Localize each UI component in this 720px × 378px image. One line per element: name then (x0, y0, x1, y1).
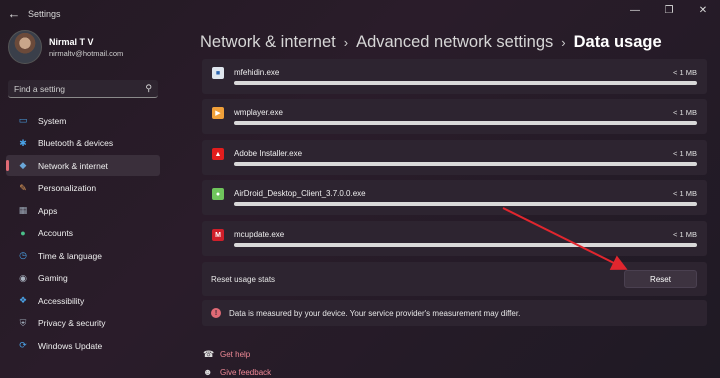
apps-icon: ▦ (18, 205, 28, 215)
maximize-icon[interactable]: ❐ (652, 0, 686, 20)
get-help-link[interactable]: ☎ Get help (203, 349, 250, 360)
search-icon[interactable]: ⚲ (145, 83, 152, 94)
search-input[interactable]: Find a setting ⚲ (8, 80, 158, 98)
usage-bar (234, 243, 697, 247)
wifi-icon: ◆ (19, 160, 27, 170)
reset-usage-card: Reset usage stats Reset (202, 262, 707, 296)
breadcrumb-advanced[interactable]: Advanced network settings (356, 33, 553, 52)
give-feedback-label: Give feedback (220, 367, 272, 377)
app-usage: < 1 MB (673, 230, 697, 239)
back-arrow-icon[interactable]: ← (6, 6, 22, 22)
list-item: ● AirDroid_Desktop_Client_3.7.0.0.exe < … (202, 180, 707, 215)
exe-window-icon: ■ (212, 67, 224, 79)
sidebar-item-network[interactable]: ◆ Network & internet (6, 155, 160, 176)
usage-bar (234, 81, 697, 85)
mcafee-icon: M (212, 229, 224, 241)
user-profile[interactable]: Nirmal T V nirmaltv@hotmail.com (8, 30, 123, 64)
sidebar-item-label: Time & language (38, 250, 102, 261)
app-name: mcupdate.exe (234, 230, 285, 239)
list-item: ▲ Adobe Installer.exe < 1 MB (202, 140, 707, 175)
app-usage: < 1 MB (673, 149, 697, 158)
sidebar-item-label: Gaming (38, 273, 68, 283)
sidebar-item-label: Bluetooth & devices (38, 138, 114, 148)
sidebar-item-apps[interactable]: ▦ Apps (6, 200, 160, 221)
reset-label: Reset usage stats (211, 275, 276, 284)
person-icon: ● (20, 228, 26, 238)
app-name: Adobe Installer.exe (234, 149, 303, 158)
sidebar-item-accessibility[interactable]: ❖ Accessibility (6, 290, 160, 311)
sidebar-item-gaming[interactable]: ◉ Gaming (6, 268, 160, 289)
adobe-icon: ▲ (212, 148, 224, 160)
sidebar-item-label: Apps (38, 205, 58, 216)
profile-email: nirmaltv@hotmail.com (49, 48, 124, 58)
sidebar-item-label: System (38, 115, 67, 126)
info-banner: ! Data is measured by your device. Your … (202, 300, 707, 326)
sidebar-item-label: Accessibility (38, 295, 85, 306)
shield-icon: ⛨ (19, 317, 27, 328)
chevron-right-icon: › (561, 35, 566, 50)
window-controls: — ❐ ✕ (618, 0, 720, 20)
usage-bar (234, 162, 697, 166)
sidebar-item-personalization[interactable]: ✎ Personalization (6, 178, 160, 199)
sidebar-item-privacy[interactable]: ⛨ Privacy & security (6, 313, 160, 334)
title-bar: ← Settings — ❐ ✕ (0, 0, 720, 28)
bluetooth-icon: ✱ (19, 137, 27, 148)
gamepad-icon: ◉ (19, 272, 27, 283)
info-text: Data is measured by your device. Your se… (229, 309, 521, 318)
list-item: M mcupdate.exe < 1 MB (202, 221, 707, 256)
sidebar-item-accounts[interactable]: ● Accounts (6, 223, 160, 244)
accessibility-icon: ❖ (18, 295, 28, 305)
page-title: Data usage (573, 33, 662, 51)
close-icon[interactable]: ✕ (686, 0, 720, 20)
sidebar-item-label: Windows Update (38, 340, 103, 351)
list-item: ■ mfehidin.exe < 1 MB (202, 59, 707, 94)
sidebar-item-label: Network & internet (38, 160, 108, 171)
breadcrumb-network[interactable]: Network & internet (200, 33, 336, 52)
info-icon: ! (211, 308, 221, 318)
app-name: AirDroid_Desktop_Client_3.7.0.0.exe (234, 189, 366, 198)
globe-clock-icon: ◷ (19, 250, 27, 260)
avatar (8, 30, 42, 64)
sidebar-item-system[interactable]: ▭ System (6, 110, 160, 131)
search-placeholder: Find a setting (14, 84, 66, 94)
sidebar-item-windows-update[interactable]: ⟳ Windows Update (6, 335, 160, 356)
give-feedback-link[interactable]: ☻ Give feedback (203, 367, 271, 377)
app-name: mfehidin.exe (234, 68, 280, 77)
brush-icon: ✎ (19, 182, 27, 193)
sidebar-item-bluetooth[interactable]: ✱ Bluetooth & devices (6, 133, 160, 154)
airdroid-icon: ● (212, 188, 224, 200)
app-usage: < 1 MB (673, 68, 697, 77)
reset-button[interactable]: Reset (624, 270, 697, 288)
sidebar-item-label: Privacy & security (38, 318, 106, 328)
system-icon: ▭ (18, 115, 28, 125)
window-title: Settings (28, 9, 61, 19)
app-usage: < 1 MB (673, 108, 697, 117)
minimize-icon[interactable]: — (618, 0, 652, 20)
get-help-label: Get help (220, 350, 251, 359)
sidebar-item-label: Personalization (38, 183, 97, 193)
app-usage: < 1 MB (673, 189, 697, 198)
sidebar-nav: ▭ System ✱ Bluetooth & devices ◆ Network… (6, 110, 160, 358)
usage-bar (234, 121, 697, 125)
profile-name: Nirmal T V (49, 36, 94, 47)
chevron-right-icon: › (343, 35, 349, 50)
breadcrumb: Network & internet › Advanced network se… (200, 33, 662, 52)
usage-bar (234, 202, 697, 206)
list-item: ▶ wmplayer.exe < 1 MB (202, 99, 707, 134)
update-icon: ⟳ (19, 340, 27, 350)
sidebar-item-time-language[interactable]: ◷ Time & language (6, 245, 160, 266)
sidebar-item-label: Accounts (38, 228, 73, 238)
feedback-icon: ☻ (203, 367, 213, 377)
app-name: wmplayer.exe (234, 108, 283, 117)
help-icon: ☎ (203, 349, 215, 359)
media-player-icon: ▶ (212, 107, 224, 119)
